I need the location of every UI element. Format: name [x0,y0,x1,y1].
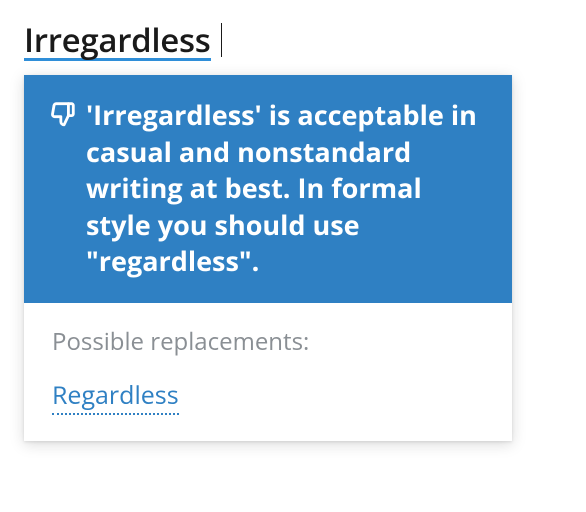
thumbs-down-icon [50,101,76,127]
card-body: Possible replacements: Regardless [24,303,512,441]
editor-line[interactable]: Irregardless [24,18,562,61]
text-cursor [221,23,222,57]
card-header: 'Irregardless' is acceptable in casual a… [24,75,512,303]
suggestion-card: 'Irregardless' is acceptable in casual a… [24,75,512,441]
explanation-text: 'Irregardless' is acceptable in casual a… [86,97,484,279]
replacements-label: Possible replacements: [52,325,484,358]
replacement-option[interactable]: Regardless [52,378,179,415]
flagged-word[interactable]: Irregardless [24,22,211,61]
